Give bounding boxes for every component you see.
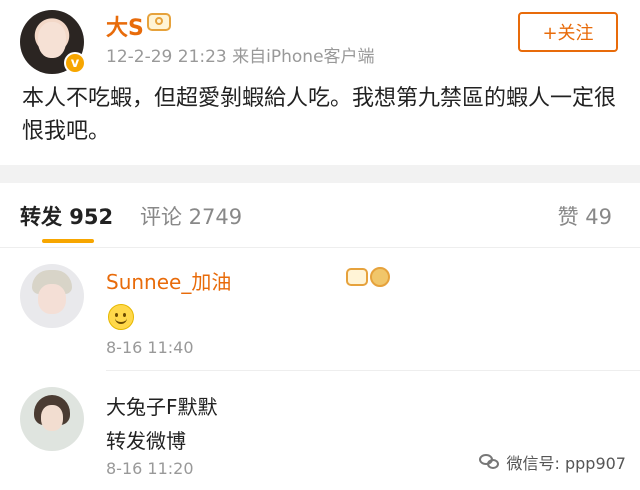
follow-button[interactable]: +关注 — [518, 12, 618, 52]
comment-time: 8-16 11:40 — [106, 338, 194, 357]
post-meta: 12-2-29 21:23 来自iPhone客户端 — [106, 47, 375, 67]
interaction-tabs: 转发 952 评论 2749 赞 49 — [0, 183, 640, 243]
vip-crown-icon — [346, 268, 368, 286]
commenter-avatar[interactable] — [20, 387, 84, 451]
post-text: 本人不吃蝦，但超愛剝蝦給人吃。我想第九禁區的蝦人一定很恨我吧。 — [22, 86, 617, 144]
commenter-name[interactable]: Sunnee_加油 — [106, 266, 231, 295]
commenter-avatar[interactable] — [20, 264, 84, 328]
section-divider — [0, 165, 640, 183]
member-medal-icon — [370, 267, 390, 287]
smile-emoji-icon — [108, 304, 134, 330]
wechat-icon — [478, 454, 501, 470]
wechat-watermark: 微信号: ppp907 — [478, 450, 627, 474]
tab-comment[interactable]: 评论 2749 — [140, 201, 242, 231]
watermark-text: 微信号: ppp907 — [506, 454, 627, 473]
list-item: Sunnee_加油 8-16 11:40 — [0, 248, 640, 368]
commenter-name[interactable]: 大兔子F默默 — [106, 391, 218, 420]
weibo-post: v 大S 12-2-29 21:23 来自iPhone客户端 +关注 本人不吃蝦… — [0, 0, 640, 165]
author-name[interactable]: 大S — [106, 10, 144, 42]
active-tab-indicator — [42, 239, 94, 243]
comment-text: 转发微博 — [106, 429, 186, 453]
verified-badge-icon: v — [64, 52, 86, 74]
comment-time: 8-16 11:20 — [106, 459, 194, 478]
tab-like[interactable]: 赞 49 — [558, 201, 612, 231]
tab-repost[interactable]: 转发 952 — [20, 201, 113, 231]
vip-crown-icon — [147, 13, 171, 31]
